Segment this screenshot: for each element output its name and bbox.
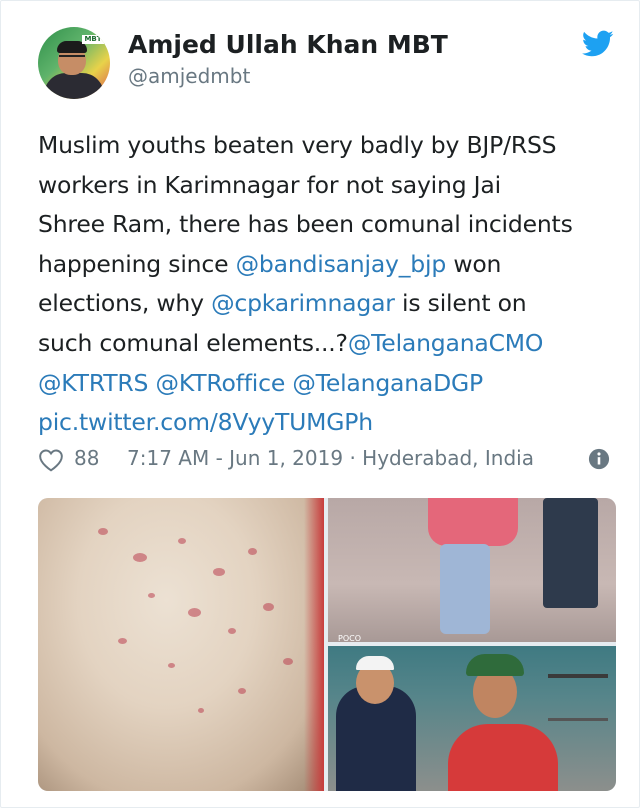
tweet-meta: 88 7:17 AM - Jun 1, 2019 · Hyderabad, In… [38,446,618,476]
tweet-text-segment: happening since [38,249,236,278]
like-count[interactable]: 88 [74,446,99,470]
timestamp-location[interactable]: 7:17 AM - Jun 1, 2019 · Hyderabad, India [127,446,534,470]
tweet-line: workers in Karimnagar for not saying Jai [38,166,618,206]
author-name[interactable]: Amjed Ullah Khan MBT [128,30,448,59]
tweet-text-segment: won [446,249,502,278]
tweet-text: Muslim youths beaten very badly by BJP/R… [38,126,618,443]
tweet-text-segment: Shree Ram, there has been comunal incide… [38,210,573,239]
photo-walking-people[interactable]: POCO [328,498,616,643]
avatar-tag: MBT [82,35,104,44]
media-link[interactable]: pic.twitter.com/8VyyTUMGPh [38,408,373,436]
avatar[interactable]: MBT [38,27,110,99]
author-handle[interactable]: @amjedmbt [128,64,250,88]
tweet-line: happening since @bandisanjay_bjp won [38,245,618,285]
tweet-text-segment: such comunal elements...? [38,328,348,357]
tweet-text-segment: elections, why [38,289,212,318]
mention-link[interactable]: @cpkarimnagar [211,289,395,317]
mention-link[interactable]: @KTRoffice [156,369,286,397]
heart-icon[interactable] [38,448,64,472]
tweet-text-segment: workers in Karimnagar for not saying Jai [38,170,501,199]
mention-link[interactable]: @bandisanjay_bjp [236,250,447,278]
tweet-text-segment [148,369,155,397]
tweet-line: pic.twitter.com/8VyyTUMGPh [38,403,618,443]
info-icon[interactable] [588,448,610,470]
photo-stamp: POCO [338,634,362,643]
media-grid[interactable]: POCO [38,498,616,791]
tweet-line: elections, why @cpkarimnagar is silent o… [38,284,618,324]
photo-bruised-skin[interactable] [38,498,324,791]
photo-youths[interactable] [328,646,616,791]
mention-link[interactable]: @TelanganaCMO [348,329,544,357]
mention-link[interactable]: @TelanganaDGP [292,369,483,397]
twitter-bird-icon[interactable] [582,30,614,58]
tweet-line: Shree Ram, there has been comunal incide… [38,205,618,245]
avatar-glasses [59,55,85,63]
tweet-text-segment: Muslim youths beaten very badly by BJP/R… [38,131,557,159]
tweet-line: Muslim youths beaten very badly by BJP/R… [38,126,618,166]
tweet-line: such comunal elements...?@TelanganaCMO [38,324,618,364]
mention-link[interactable]: @KTRTRS [38,369,148,397]
avatar-body [44,73,104,99]
tweet-text-segment: is silent on [394,289,527,318]
tweet-line: @KTRTRS @KTRoffice @TelanganaDGP [38,364,618,404]
